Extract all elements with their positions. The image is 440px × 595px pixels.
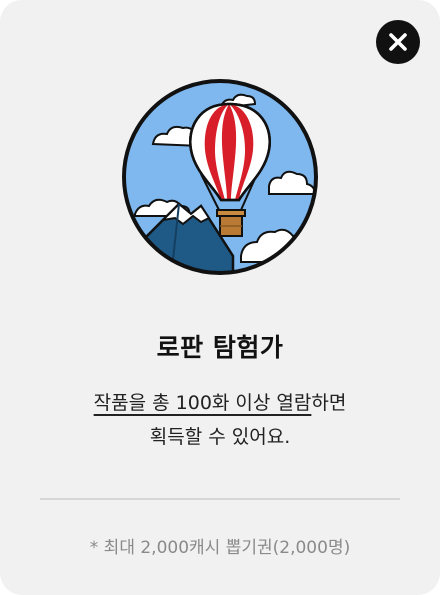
description-line-2: 획득할 수 있어요. [149, 426, 291, 448]
achievement-description: 작품을 총 100화 이상 열람하면 획득할 수 있어요. [0, 386, 440, 454]
description-line-1-rest: 하면 [311, 392, 347, 414]
close-icon [389, 33, 407, 51]
close-button[interactable] [376, 20, 420, 64]
description-condition: 작품을 총 100화 이상 열람 [93, 392, 312, 414]
description-line-1: 작품을 총 100화 이상 열람하면 [0, 386, 440, 420]
achievement-title: 로판 탐험가 [156, 333, 284, 362]
divider [40, 498, 400, 500]
reward-note: * 최대 2,000캐시 뽑기권(2,000명) [89, 538, 351, 558]
hot-air-balloon-badge-icon [122, 79, 318, 275]
achievement-popup: 로판 탐험가 작품을 총 100화 이상 열람하면 획득할 수 있어요. * 최… [0, 0, 440, 595]
